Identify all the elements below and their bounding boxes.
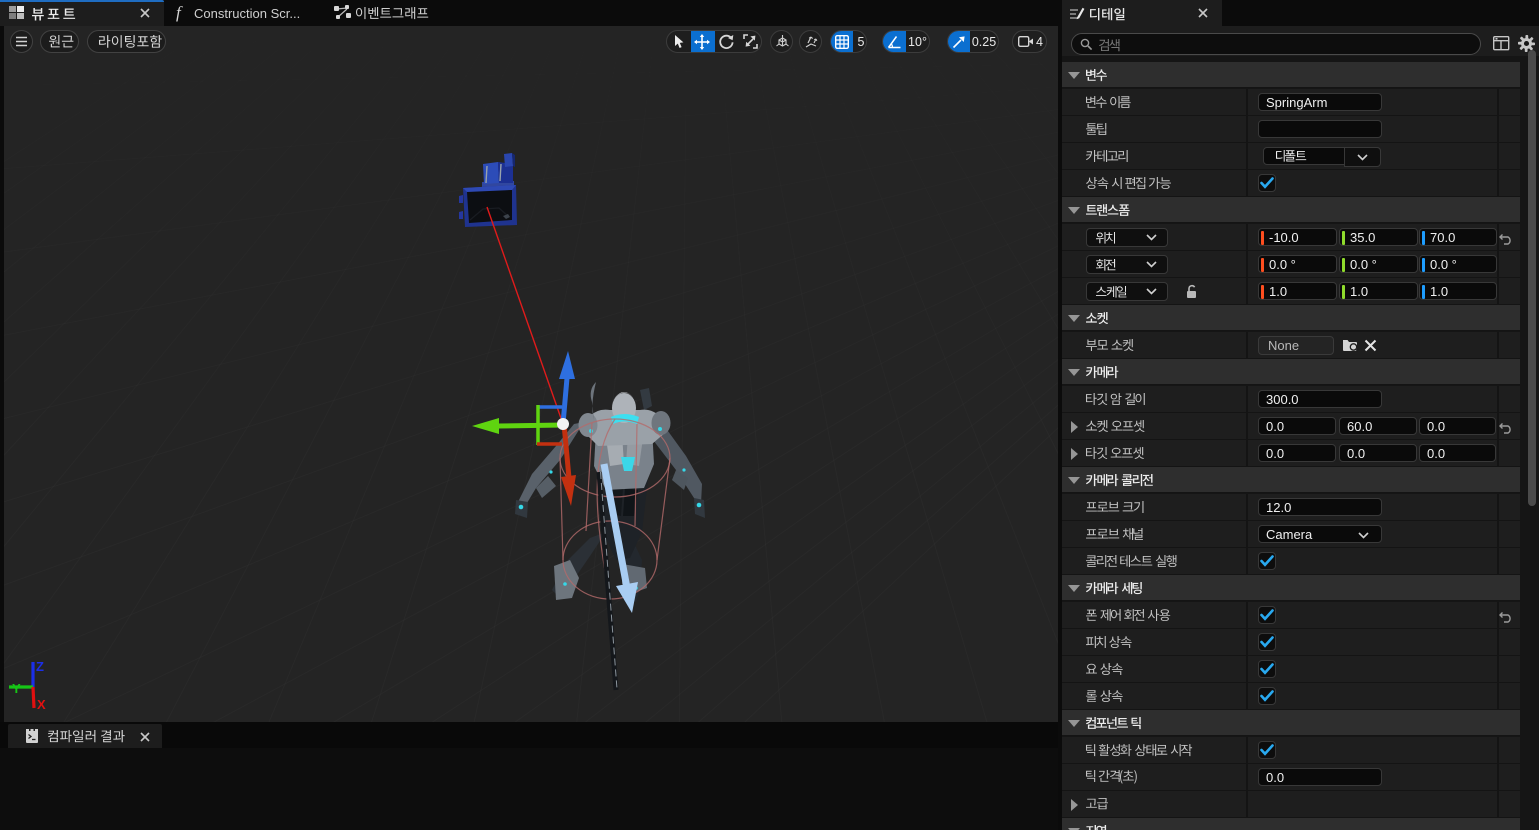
svg-text:Y: Y — [12, 681, 21, 696]
svg-text:X: X — [37, 697, 46, 712]
svg-text:Z: Z — [36, 659, 44, 674]
